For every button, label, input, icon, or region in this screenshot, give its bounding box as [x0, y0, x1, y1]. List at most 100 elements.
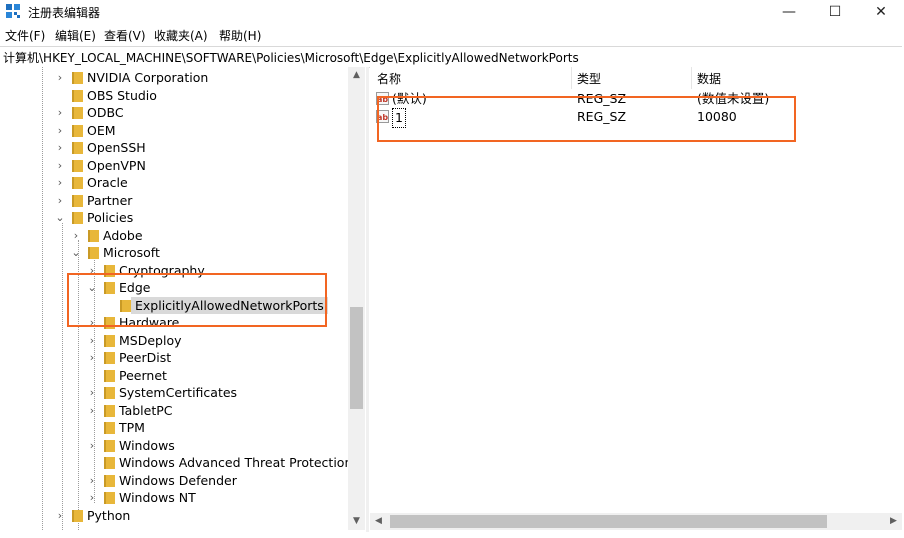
tree-item-label: Peernet: [119, 367, 167, 383]
tree-item[interactable]: › OEM: [0, 122, 345, 139]
collapse-chevron-icon[interactable]: ⌄: [55, 209, 65, 226]
menu-file[interactable]: 文件(F): [5, 27, 45, 44]
tree-item[interactable]: › PeerDist: [0, 349, 345, 366]
pane-splitter[interactable]: [366, 67, 369, 532]
scroll-left-arrow-icon[interactable]: ◀: [370, 513, 387, 530]
tree-scroll-thumb[interactable]: [350, 307, 363, 409]
address-bar[interactable]: 计算机\HKEY_LOCAL_MACHINE\SOFTWARE\Policies…: [0, 46, 902, 68]
expand-chevron-icon[interactable]: ›: [55, 174, 65, 191]
collapse-chevron-icon[interactable]: ⌄: [71, 244, 81, 261]
folder-icon: [72, 159, 83, 172]
column-header-name[interactable]: 名称: [377, 70, 401, 87]
expand-chevron-icon[interactable]: ›: [55, 139, 65, 156]
folder-icon: [72, 194, 83, 207]
scroll-right-arrow-icon[interactable]: ▶: [885, 513, 902, 530]
expand-chevron-icon[interactable]: ›: [87, 349, 97, 366]
folder-icon: [104, 457, 115, 469]
tree-item[interactable]: › ODBC: [0, 104, 345, 121]
tree-item[interactable]: ⌄ Microsoft: [0, 244, 345, 261]
tree-item[interactable]: TPM: [0, 419, 345, 436]
address-path[interactable]: 计算机\HKEY_LOCAL_MACHINE\SOFTWARE\Policies…: [3, 49, 579, 66]
tree-item-label: Windows Advanced Threat Protection: [119, 455, 353, 470]
tree-item[interactable]: › NVIDIA Corporation: [0, 69, 345, 86]
tree-item-label: Partner: [87, 192, 133, 208]
folder-icon: [72, 212, 83, 224]
menu-edit[interactable]: 编辑(E): [55, 27, 96, 44]
expand-chevron-icon[interactable]: ›: [55, 104, 65, 121]
expand-chevron-icon[interactable]: ›: [55, 507, 65, 524]
menu-help[interactable]: 帮助(H): [219, 27, 261, 44]
tree-item[interactable]: › Windows: [0, 437, 345, 454]
list-horizontal-scrollbar[interactable]: ◀ ▶: [370, 513, 902, 530]
expand-chevron-icon[interactable]: ›: [55, 192, 65, 209]
scroll-down-arrow-icon[interactable]: ▼: [348, 513, 365, 530]
tree-item-label: TabletPC: [119, 402, 173, 418]
tree-item-label: OBS Studio: [87, 87, 157, 103]
tree-item[interactable]: Peernet: [0, 367, 345, 384]
folder-icon: [104, 369, 115, 382]
expand-chevron-icon[interactable]: ›: [87, 384, 97, 401]
tree-item[interactable]: › Windows Defender: [0, 472, 345, 489]
folder-icon: [104, 404, 115, 417]
tree-item[interactable]: › OpenVPN: [0, 157, 345, 174]
expand-chevron-icon[interactable]: ›: [71, 227, 81, 244]
tree-item[interactable]: › Partner: [0, 192, 345, 209]
tree-item[interactable]: › MSDeploy: [0, 332, 345, 349]
tree-item[interactable]: › Python: [0, 507, 345, 524]
maximize-button[interactable]: ☐: [812, 0, 858, 24]
expand-chevron-icon[interactable]: ›: [87, 489, 97, 506]
menu-bar: 文件(F) 编辑(E) 查看(V) 收藏夹(A) 帮助(H): [0, 25, 904, 45]
folder-icon: [72, 142, 83, 154]
regedit-icon: [6, 4, 20, 18]
menu-view[interactable]: 查看(V): [104, 27, 146, 44]
tree-item[interactable]: › Windows NT: [0, 489, 345, 506]
list-scroll-thumb[interactable]: [390, 515, 827, 528]
tree-item-label: Windows: [119, 437, 175, 453]
tree-item-label: MSDeploy: [119, 332, 182, 348]
tree-item[interactable]: › SystemCertificates: [0, 384, 345, 401]
tree-item-label: ODBC: [87, 105, 124, 120]
scroll-up-arrow-icon[interactable]: ▲: [348, 67, 365, 84]
column-header-type[interactable]: 类型: [577, 70, 601, 87]
column-divider[interactable]: [691, 67, 692, 89]
tree-item[interactable]: › Adobe: [0, 227, 345, 244]
tree-item[interactable]: › TabletPC: [0, 402, 345, 419]
tree-item-label: Oracle: [87, 175, 128, 190]
tree-item-label: Policies: [87, 210, 134, 225]
tree-item-label: Python: [87, 507, 131, 523]
folder-icon: [104, 334, 115, 347]
expand-chevron-icon[interactable]: ›: [87, 402, 97, 419]
tree-item[interactable]: › Oracle: [0, 174, 345, 191]
tree-item-label: Windows NT: [119, 490, 196, 505]
folder-icon: [104, 492, 115, 504]
expand-chevron-icon[interactable]: ›: [55, 69, 65, 86]
tree-item[interactable]: Windows Advanced Threat Protection: [0, 454, 352, 471]
expand-chevron-icon[interactable]: ›: [55, 122, 65, 139]
folder-icon: [104, 439, 115, 452]
folder-icon: [104, 422, 115, 434]
tree-item-label: SystemCertificates: [119, 385, 238, 400]
tree-item-label: Microsoft: [103, 245, 160, 260]
folder-icon: [72, 177, 83, 189]
tree-item-label: Windows Defender: [119, 472, 237, 488]
window-title: 注册表编辑器: [28, 6, 101, 20]
expand-chevron-icon[interactable]: ›: [87, 332, 97, 349]
folder-icon: [72, 72, 83, 84]
column-divider[interactable]: [571, 67, 572, 89]
minimize-button[interactable]: —: [766, 0, 812, 24]
tree-item[interactable]: OBS Studio: [0, 87, 345, 104]
folder-icon: [72, 107, 83, 119]
close-button[interactable]: ✕: [858, 0, 904, 24]
title-bar: 注册表编辑器 — ☐ ✕: [0, 0, 904, 24]
column-header-data[interactable]: 数据: [697, 70, 721, 87]
expand-chevron-icon[interactable]: ›: [87, 437, 97, 454]
tree-item[interactable]: › OpenSSH: [0, 139, 345, 156]
folder-icon: [104, 352, 115, 364]
tree-vertical-scrollbar[interactable]: ▲ ▼: [348, 67, 365, 530]
expand-chevron-icon[interactable]: ›: [55, 157, 65, 174]
highlight-box-edge-key: [67, 273, 327, 327]
menu-favorites[interactable]: 收藏夹(A): [154, 27, 208, 44]
tree-item[interactable]: ⌄ Policies: [0, 209, 345, 226]
expand-chevron-icon[interactable]: ›: [87, 472, 97, 489]
folder-icon: [72, 509, 83, 522]
